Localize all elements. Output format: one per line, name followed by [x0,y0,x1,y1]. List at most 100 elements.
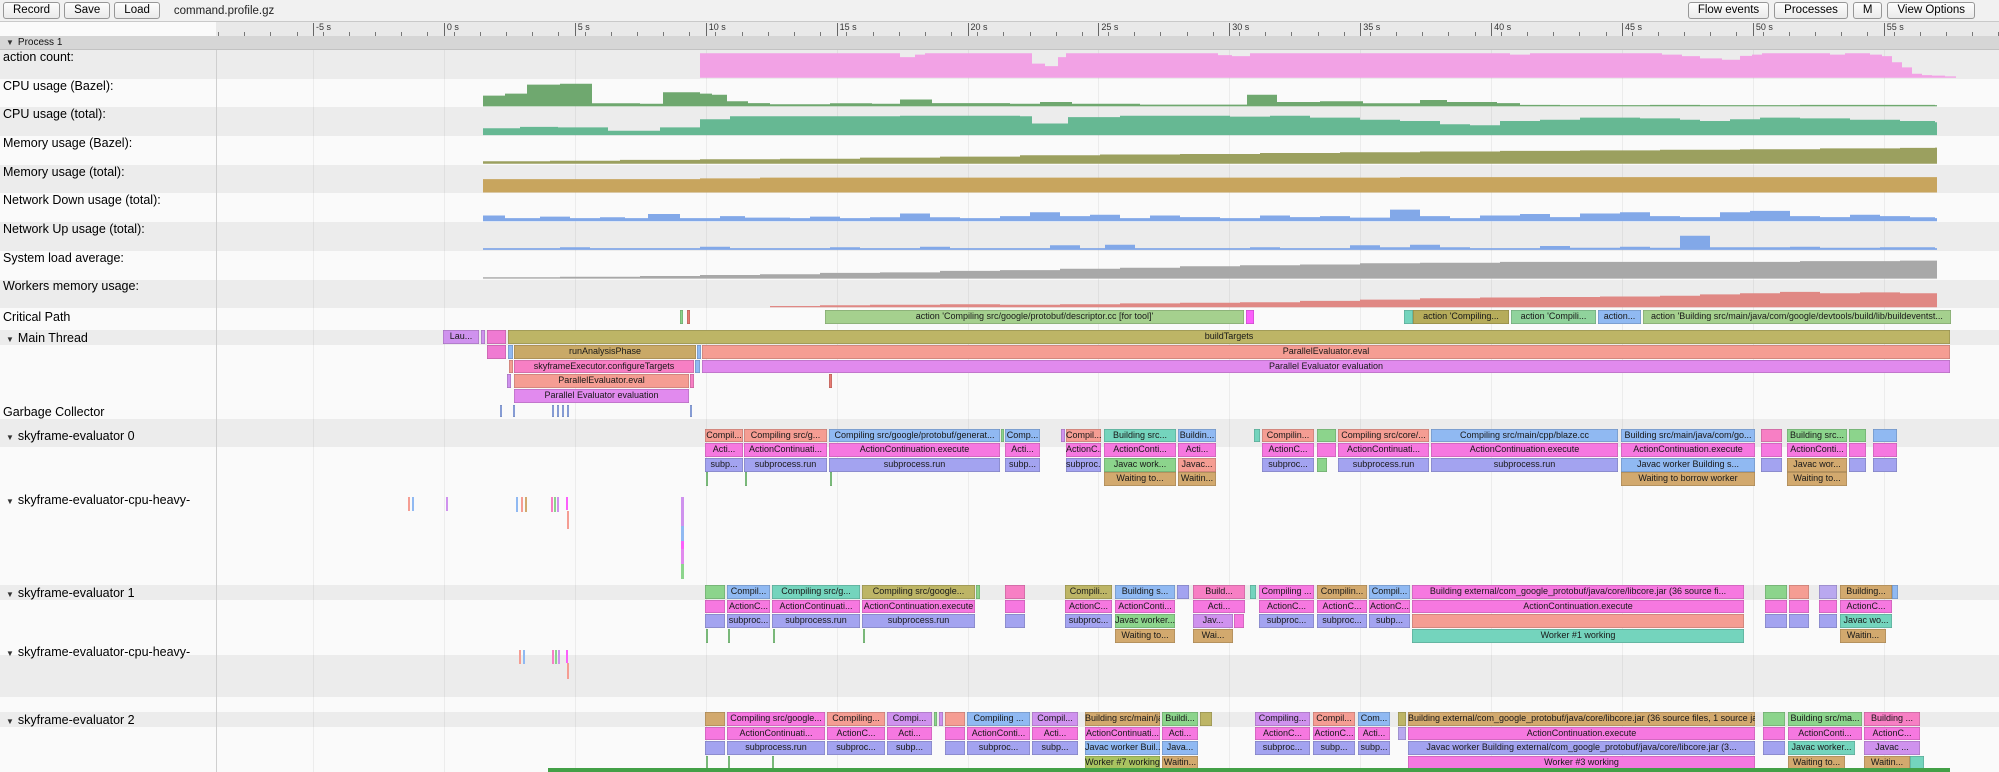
trace-slice[interactable] [863,629,865,643]
trace-slice[interactable] [1234,614,1244,628]
trace-slice[interactable]: Javac worker... [1115,614,1175,628]
trace-slice[interactable] [1873,429,1897,443]
trace-slice[interactable]: ActionC... [1840,600,1892,614]
trace-slice[interactable]: Javac worker Building external/com_googl… [1408,741,1755,755]
trace-slice[interactable]: Worker #1 working [1412,629,1744,643]
trace-slice[interactable] [1849,429,1866,443]
trace-slice[interactable]: ActionC... [1065,600,1112,614]
trace-slice[interactable]: Building src/main/java/com/go... [1621,429,1755,443]
trace-slice[interactable] [509,360,513,374]
trace-slice[interactable] [705,600,725,614]
trace-slice[interactable] [487,345,506,359]
trace-slice[interactable]: Buildi... [1162,712,1198,726]
processes-button[interactable]: Processes [1774,2,1848,19]
trace-slice[interactable] [1849,443,1866,457]
trace-slice[interactable] [1254,429,1260,443]
trace-slice[interactable] [1061,429,1065,443]
save-button[interactable]: Save [64,2,110,19]
trace-slice[interactable]: Building external/com_google_protobuf/ja… [1412,585,1744,599]
trace-slice[interactable]: ActionC... [727,600,770,614]
view-options-button[interactable]: View Options [1887,2,1975,19]
trace-slice[interactable]: subp... [1313,741,1355,755]
trace-slice[interactable]: Acti... [1193,600,1245,614]
counter-area-action_count[interactable] [216,53,1956,77]
trace-slice[interactable]: ActionC... [1262,443,1314,457]
trace-slice[interactable]: action 'Building src/main/java/com/googl… [1643,310,1951,324]
trace-slice[interactable]: Acti... [1005,443,1040,457]
trace-slice[interactable]: ActionConti... [1788,727,1862,741]
track-label-skyframe-evaluator-0[interactable]: ▼skyframe-evaluator 0 [6,430,135,444]
trace-slice[interactable]: Javac worker... [1788,741,1855,755]
counter-area-workers_mem[interactable] [216,292,1937,307]
trace-slice[interactable]: ActionC... [1259,600,1314,614]
trace-slice[interactable] [705,712,725,726]
trace-slice[interactable] [567,663,569,679]
track-label-main-thread[interactable]: ▼Main Thread [6,332,88,346]
trace-slice[interactable] [681,549,684,564]
trace-slice[interactable] [507,374,511,388]
trace-slice[interactable] [551,497,553,512]
counter-area-mem_bazel[interactable] [216,148,1937,164]
trace-slice[interactable]: Acti... [1162,727,1198,741]
trace-slice[interactable]: ActionConti... [1787,443,1847,457]
trace-slice[interactable] [554,497,556,512]
trace-slice[interactable] [487,330,506,344]
trace-slice[interactable]: subproc... [1317,614,1367,628]
trace-slice[interactable]: Compiling ... [1259,585,1314,599]
time-ruler[interactable]: -5 s0 s5 s10 s15 s20 s25 s30 s35 s40 s45… [216,22,1999,37]
trace-slice[interactable] [690,374,694,388]
trace-slice[interactable]: Build... [1193,585,1245,599]
trace-slice[interactable] [555,650,557,664]
trace-slice[interactable]: Javac worker Building s... [1621,458,1755,472]
track-label-skyframe-evaluator-2[interactable]: ▼skyframe-evaluator 2 [6,714,135,728]
trace-slice[interactable] [523,650,525,664]
trace-slice[interactable]: Compiling... [827,712,885,726]
track-label-critical-path[interactable]: Critical Path [3,311,70,324]
counter-area-cpu_total[interactable] [216,116,1937,135]
trace-slice[interactable]: Compiling src/g... [744,429,827,443]
trace-slice[interactable] [705,741,725,755]
trace-slice[interactable]: ParallelEvaluator.eval [514,374,689,388]
trace-slice[interactable] [1398,727,1406,741]
trace-slice[interactable] [1873,458,1897,472]
trace-slice[interactable]: Building external/com_google_protobuf/ja… [1408,712,1755,726]
flow-events-button[interactable]: Flow events [1688,2,1769,19]
trace-slice[interactable]: subproc... [1255,741,1310,755]
trace-slice[interactable]: ActionContinuation.execute [1412,600,1744,614]
trace-slice[interactable]: Building s... [1115,585,1175,599]
trace-slice[interactable]: subproc... [967,741,1030,755]
track-label-skyframe-evaluator-cpu-heavy-2[interactable]: ▼skyframe-evaluator-cpu-heavy- [6,646,190,660]
trace-slice[interactable] [1177,585,1189,599]
trace-slice[interactable] [681,526,684,541]
trace-slice[interactable]: subprocess.run [862,614,975,628]
trace-slice[interactable] [697,345,701,359]
trace-slice[interactable] [773,629,775,643]
trace-slice[interactable] [680,310,683,324]
track-label-skyframe-evaluator-1[interactable]: ▼skyframe-evaluator 1 [6,587,135,601]
trace-slice[interactable] [1246,310,1254,324]
trace-slice[interactable] [1873,443,1897,457]
trace-slice[interactable]: Compi... [887,712,932,726]
trace-slice[interactable] [681,497,684,526]
process-header[interactable]: ▼Process 1 [0,36,1999,50]
trace-slice[interactable]: Building src/ma... [1788,712,1862,726]
trace-slice[interactable]: subproc... [1259,614,1314,628]
trace-slice[interactable]: Parallel Evaluator evaluation [514,389,689,403]
trace-slice[interactable]: ActionC... [1864,727,1920,741]
trace-slice[interactable] [1761,443,1782,457]
trace-slice[interactable]: ActionContinuati... [1338,443,1429,457]
trace-slice[interactable] [1765,614,1787,628]
trace-slice[interactable]: ActionC... [1317,600,1367,614]
trace-slice[interactable] [1789,614,1809,628]
trace-slice[interactable] [1789,600,1809,614]
trace-slice[interactable] [945,712,965,726]
trace-slice[interactable]: Acti... [1358,727,1390,741]
trace-slice[interactable]: Waiting to... [1115,629,1175,643]
trace-slice[interactable] [945,727,965,741]
trace-slice[interactable]: ActionContinuati... [744,443,827,457]
trace-slice[interactable]: Building src... [1787,429,1847,443]
trace-slice[interactable] [705,727,725,741]
trace-slice[interactable]: buildTargets [508,330,1950,344]
trace-slice[interactable]: subprocess.run [829,458,1000,472]
counter-area-net_up[interactable] [216,236,1937,250]
